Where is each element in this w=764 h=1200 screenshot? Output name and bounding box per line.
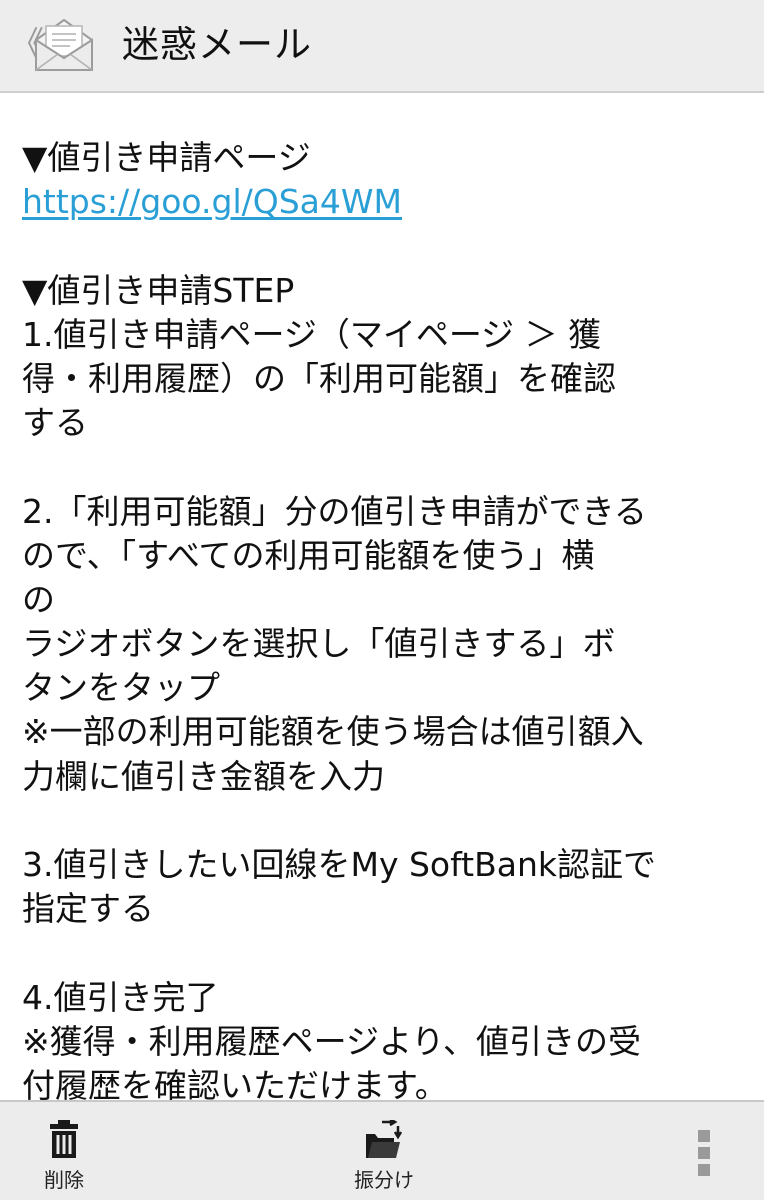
bottom-toolbar: 削除 振分け [0,1100,764,1200]
body-line: 力欄に値引き金額を入力 [22,756,385,796]
body-line: ので、「すべての利用可能額を使う」横 [22,535,595,575]
body-line: 1.値引き申請ページ（マイページ ＞ 獲 [22,314,602,354]
body-line: タンをタップ [22,668,220,708]
mail-icon [32,14,96,78]
page-title: 迷惑メール [122,23,312,66]
sort-folder-label: 振分け [354,1168,414,1192]
body-line: 付履歴を確認いただけます。 [22,1065,448,1100]
body-line: ▼値引き申請STEP [22,270,295,310]
body-line: する [22,403,88,443]
body-line: 3.値引きしたい回線をMy SoftBank認証で [22,845,656,884]
link-discount-page[interactable]: https://goo.gl/QSa4WM [22,180,746,224]
body-line [22,224,746,268]
body-line: 2.「利用可能額」分の値引き申請ができる [22,491,647,531]
body-line: 得・利用履歴）の「利用可能額」を確認 [22,358,616,398]
body-line: ▼値引き申請ページ [22,138,311,177]
body-line: 指定する [22,889,154,929]
trash-icon [49,1120,79,1162]
body-line [22,445,746,489]
folder-move-icon [364,1117,404,1164]
mail-view-screen: 《 迷惑メール ▼値引き申請ページ https://goo.gl/QSa4WM ▼値… [0,0,764,1200]
body-line: 4.値引き完了 [22,977,219,1017]
body-line: ※一部の利用可能額を使う場合は値引額入 [22,712,644,752]
body-line: ※獲得・利用履歴ページより、値引きの受 [22,1021,642,1061]
mail-body[interactable]: ▼値引き申請ページ https://goo.gl/QSa4WM ▼値引き申請STEP… [0,95,764,1100]
delete-button[interactable]: 削除 [14,1102,114,1200]
back-button[interactable]: 《 [4,0,100,91]
body-line: ラジオボタンを選択し「値引きする」ボ [22,624,616,664]
body-line: の [22,579,55,619]
more-options-button[interactable] [672,1102,736,1200]
delete-label: 削除 [44,1168,84,1192]
mail-body-text: ▼値引き申請ページ https://goo.gl/QSa4WM ▼値引き申請STEP… [22,136,746,1100]
body-line [22,931,746,975]
body-line [22,799,746,843]
more-vert-icon [698,1130,710,1180]
sort-folder-button[interactable]: 振分け [332,1102,436,1200]
header-bar: 《 迷惑メール [0,0,764,93]
